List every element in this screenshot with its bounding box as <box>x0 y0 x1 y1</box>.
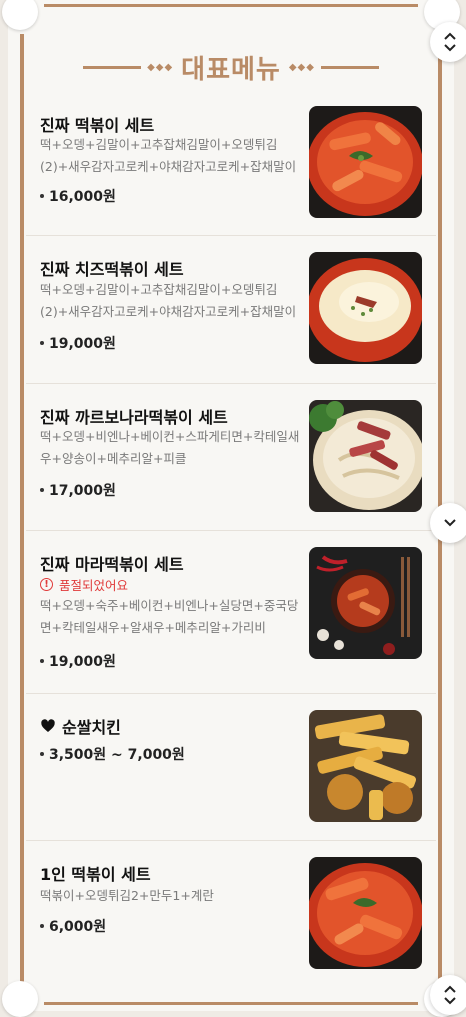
menu-item-name: 진짜 마라떡볶이 세트 <box>40 555 184 574</box>
menu-item[interactable]: 진짜 떡볶이 세트 떡+오뎅+김말이+고추잡채김말이+오뎅튀김(2)+새우감자고… <box>26 92 436 236</box>
menu-item-name: 진짜 떡볶이 세트 <box>40 116 155 135</box>
section-title: 대표메뉴 <box>181 54 281 85</box>
menu-item-name: 순쌀치킨 <box>40 714 121 738</box>
menu-item[interactable]: 순쌀치킨 3,500원 ~ 7,000원 <box>26 694 436 841</box>
menu-item-name: 진짜 까르보나라떡볶이 세트 <box>40 408 228 427</box>
menu-item[interactable]: 진짜 마라떡볶이 세트 ! 품절되었어요 떡+오뎅+숙주+베이컨+비엔나+실당면… <box>26 531 436 694</box>
header-diamond-ornament: ◆◆◆ <box>147 61 174 73</box>
header-left-line <box>83 65 142 69</box>
menu-item-price: 16,000원 <box>40 186 116 206</box>
frame-top-border <box>44 4 418 7</box>
chevron-up-down-icon <box>444 985 456 1005</box>
header-diamond-ornament: ◆◆◆ <box>288 61 315 73</box>
menu-item-name: 1인 떡볶이 세트 <box>40 865 151 884</box>
soldout-label: 품절되었어요 <box>59 578 129 593</box>
scroll-down-button[interactable] <box>430 503 466 543</box>
menu-item[interactable]: 진짜 까르보나라떡볶이 세트 떡+오뎅+비엔나+베이컨+스파게티면+칵테일새우+… <box>26 384 436 531</box>
chevron-up-down-icon <box>444 32 456 52</box>
scroll-top-button[interactable] <box>430 22 466 62</box>
single-tteokbokki-set-photo <box>309 857 422 969</box>
rice-chicken-fries-photo <box>309 710 422 822</box>
chevron-down-icon <box>444 519 456 527</box>
frame-bottom-border <box>44 1002 418 1005</box>
menu-frame: ◆◆◆ 대표메뉴 ◆◆◆ 진짜 떡볶이 세트 떡+오뎅+김말이+고추잡채김말이+… <box>2 0 460 1017</box>
menu-item-description: 떡+오뎅+숙주+베이컨+비엔나+실당면+중국당면+칵테일새우+알새우+메추리알+… <box>40 598 299 635</box>
menu-item-price: 19,000원 <box>40 651 116 671</box>
mala-tteokbokki-set-photo <box>309 547 422 659</box>
header-right-line <box>320 65 379 69</box>
frame-corner-ornament <box>2 981 38 1017</box>
frame-left-border <box>20 34 24 1001</box>
menu-item-price: 6,000원 <box>40 916 106 936</box>
cheese-tteokbokki-set-photo <box>309 252 422 364</box>
tteokbokki-set-photo <box>309 106 422 218</box>
heart-icon <box>41 719 55 732</box>
menu-item-name: 진짜 치즈떡볶이 세트 <box>40 260 184 279</box>
alert-icon: ! <box>40 578 53 591</box>
frame-corner-ornament <box>2 0 38 30</box>
menu-item[interactable]: 1인 떡볶이 세트 떡볶이+오뎅튀김2+만두1+계란 6,000원 <box>26 841 436 981</box>
menu-item-description: 떡+오뎅+비엔나+베이컨+스파게티면+칵테일새우+양송이+메추리알+피클 <box>40 429 300 466</box>
menu-item-description: 떡볶이+오뎅튀김2+만두1+계란 <box>40 888 214 903</box>
menu-item-description: 떡+오뎅+김말이+고추잡채김말이+오뎅튀김(2)+새우감자고로케+야채감자고로케… <box>40 282 297 319</box>
soldout-notice: ! 품절되었어요 <box>40 575 128 594</box>
scroll-bottom-button[interactable] <box>430 975 466 1015</box>
section-header: ◆◆◆ 대표메뉴 ◆◆◆ <box>8 44 454 90</box>
menu-item[interactable]: 진짜 치즈떡볶이 세트 떡+오뎅+김말이+고추잡채김말이+오뎅튀김(2)+새우감… <box>26 236 436 384</box>
menu-item-description: 떡+오뎅+김말이+고추잡채김말이+오뎅튀김(2)+새우감자고로케+야채감자고로케… <box>40 137 297 174</box>
carbonara-tteokbokki-set-photo <box>309 400 422 512</box>
menu-item-price: 3,500원 ~ 7,000원 <box>40 744 185 764</box>
menu-item-price: 19,000원 <box>40 333 116 353</box>
menu-item-price: 17,000원 <box>40 480 116 500</box>
